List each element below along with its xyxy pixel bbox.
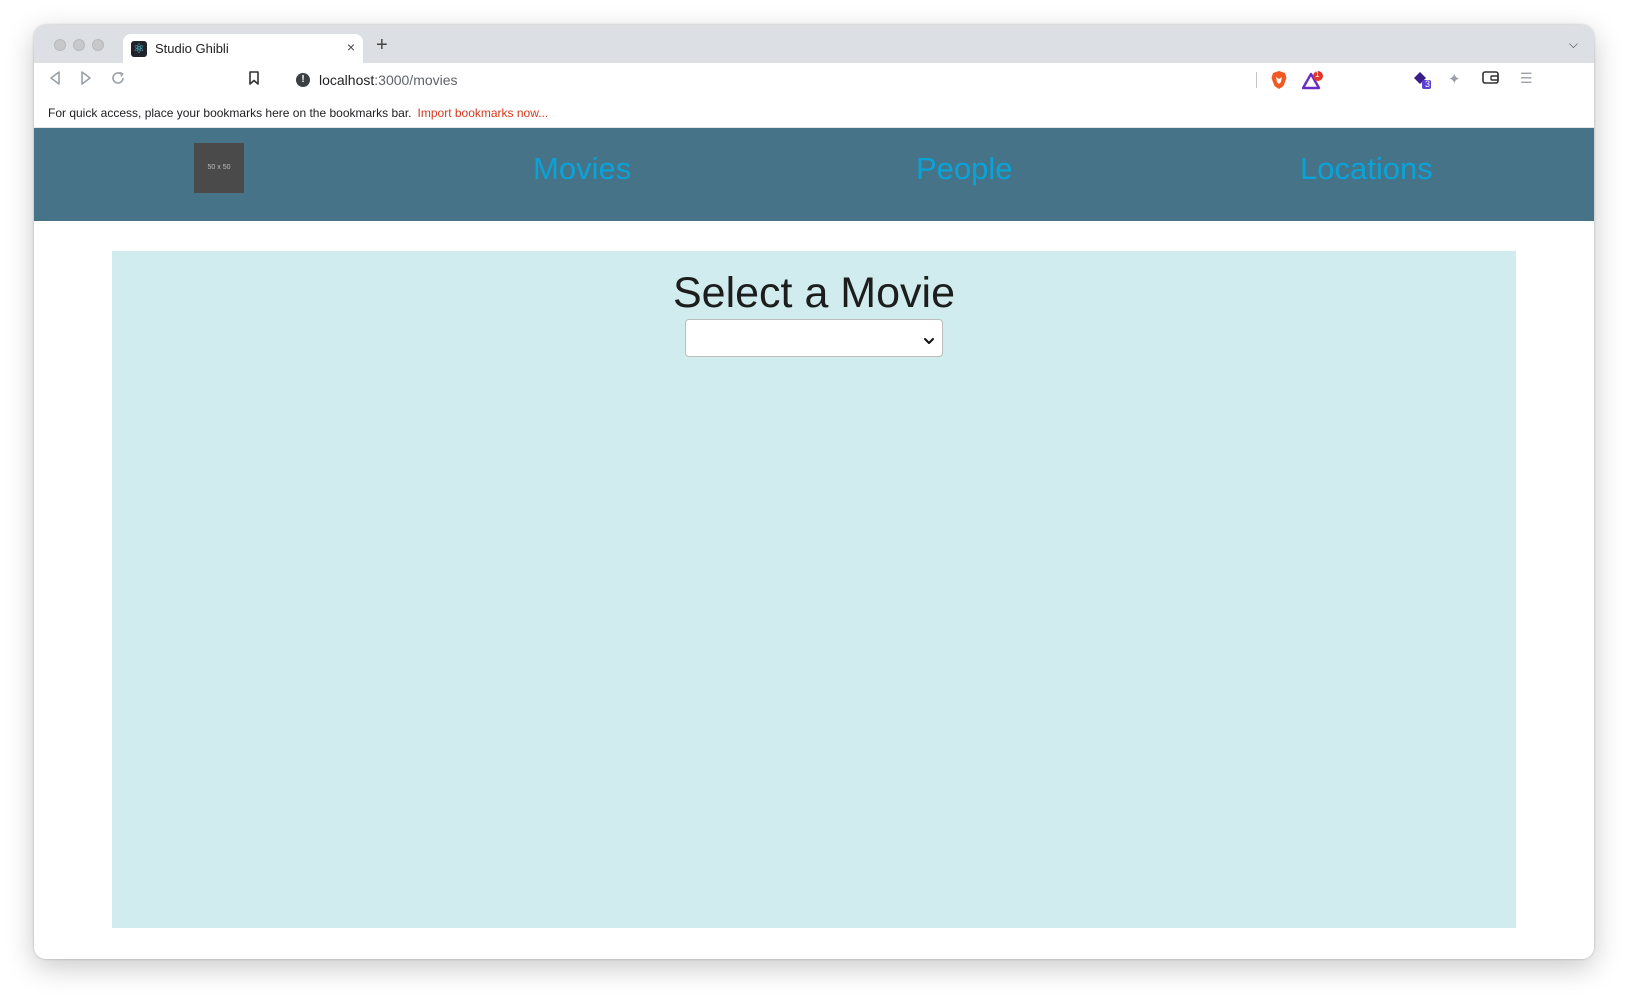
browser-toolbar: ! localhost:3000/movies 1 3 ✦ ☰ — [34, 63, 1594, 97]
extension-icon[interactable]: 3 — [1412, 70, 1432, 94]
puzzle-extensions-icon[interactable]: ✦ — [1448, 70, 1461, 88]
movie-select[interactable] — [685, 319, 943, 357]
page-title: Select a Movie — [672, 269, 956, 317]
movie-content-panel: Select a Movie — [112, 251, 1516, 928]
address-divider — [1256, 72, 1257, 88]
browser-tab[interactable]: ⚛ Studio Ghibli × — [123, 34, 363, 63]
nav-link-people[interactable]: People — [916, 151, 1013, 187]
browser-window: ⚛ Studio Ghibli × + ⌵ ! localhost:3000/m… — [34, 25, 1594, 959]
bookmarks-message: For quick access, place your bookmarks h… — [48, 106, 548, 120]
menu-icon[interactable]: ☰ — [1520, 70, 1533, 87]
wallet-icon[interactable] — [1482, 70, 1499, 89]
bookmark-icon[interactable] — [248, 70, 260, 91]
tab-title: Studio Ghibli — [155, 41, 229, 56]
tab-search-chevron-icon[interactable]: ⌵ — [1569, 37, 1578, 52]
forward-icon[interactable] — [79, 70, 93, 91]
url-path: :3000/movies — [374, 72, 458, 88]
brave-shields-icon[interactable] — [1270, 70, 1288, 90]
nav-link-locations[interactable]: Locations — [1300, 151, 1433, 187]
reload-icon[interactable] — [110, 70, 126, 91]
import-bookmarks-link[interactable]: Import bookmarks now... — [418, 106, 549, 120]
extension-badge: 3 — [1425, 79, 1431, 89]
address-bar[interactable]: ! localhost:3000/movies 1 — [286, 66, 1378, 94]
url-text: localhost:3000/movies — [319, 72, 458, 88]
url-host: localhost — [319, 72, 375, 88]
tab-close-icon[interactable]: × — [347, 39, 355, 55]
logo-placeholder[interactable]: 50 x 50 — [194, 143, 244, 193]
bookmarks-hint: For quick access, place your bookmarks h… — [48, 106, 412, 120]
brave-rewards-icon[interactable]: 1 — [1301, 70, 1324, 91]
bookmarks-bar: For quick access, place your bookmarks h… — [34, 97, 1594, 128]
tab-strip: ⚛ Studio Ghibli × + ⌵ — [34, 25, 1594, 63]
nav-link-movies[interactable]: Movies — [533, 151, 631, 187]
site-info-icon[interactable]: ! — [296, 73, 310, 87]
close-window-icon[interactable] — [54, 39, 66, 51]
page-viewport: 50 x 50 Movies People Locations Select a… — [34, 128, 1594, 959]
minimize-window-icon[interactable] — [73, 39, 85, 51]
react-favicon-icon: ⚛ — [131, 41, 147, 57]
maximize-window-icon[interactable] — [92, 39, 104, 51]
chevron-down-icon — [923, 333, 935, 344]
rewards-badge: 1 — [1315, 70, 1320, 79]
new-tab-button[interactable]: + — [376, 34, 388, 57]
site-navbar: 50 x 50 Movies People Locations — [34, 128, 1594, 221]
back-icon[interactable] — [48, 70, 62, 91]
